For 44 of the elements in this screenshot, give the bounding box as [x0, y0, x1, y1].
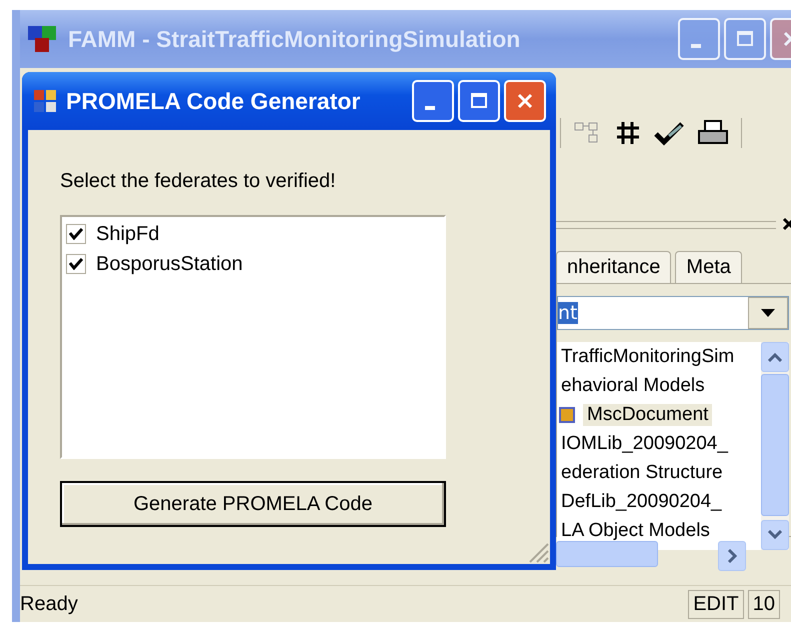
checkbox[interactable]	[66, 224, 86, 244]
checkmark-icon	[69, 228, 83, 240]
panel-grip[interactable]	[556, 221, 776, 229]
tree-item[interactable]: TrafficMonitoringSim	[557, 346, 738, 368]
check-icon[interactable]	[653, 120, 685, 146]
generate-button[interactable]: Generate PROMELA Code	[60, 481, 446, 527]
status-panel: 10	[748, 590, 780, 618]
scroll-right-icon	[727, 549, 737, 563]
maximize-button[interactable]	[458, 80, 500, 122]
federate-label: BosporusStation	[96, 252, 243, 276]
scroll-down-icon	[768, 530, 782, 540]
hash-icon[interactable]	[615, 120, 641, 146]
tree-item[interactable]: LA Object Models	[557, 520, 714, 542]
close-button[interactable]	[504, 80, 546, 122]
status-mode: EDIT	[688, 590, 744, 618]
tab[interactable]: nheritance	[556, 251, 672, 283]
dropdown-arrow-icon	[761, 309, 775, 317]
scroll-up-icon	[768, 352, 782, 362]
tree-item[interactable]: ederation Structure	[557, 462, 727, 484]
dialog-title: PROMELA Code Generator	[66, 88, 362, 114]
dropdown-field[interactable]: nt	[557, 296, 789, 330]
instruction-text: Select the federates to verified!	[60, 170, 337, 193]
minimize-button[interactable]	[412, 80, 454, 122]
tree-item[interactable]: ehavioral Models	[557, 374, 709, 396]
printer-icon[interactable]	[697, 119, 729, 147]
window-title: FAMM - StraitTrafficMonitoringSimulation	[68, 26, 522, 52]
minimize-button[interactable]	[678, 18, 720, 60]
status-text: Ready	[20, 592, 79, 616]
tree-item[interactable]: MscDocument	[583, 404, 712, 426]
maximize-button[interactable]	[724, 18, 766, 60]
checkmark-icon	[69, 258, 83, 270]
app-icon	[32, 88, 58, 114]
document-icon	[557, 404, 577, 424]
minimize-icon	[691, 44, 701, 48]
tree-item[interactable]: DefLib_20090204_	[557, 490, 726, 512]
tree-item[interactable]: IOMLib_20090204_	[557, 432, 732, 454]
checkbox[interactable]	[66, 254, 86, 274]
close-icon	[516, 92, 534, 110]
maximize-icon	[736, 30, 754, 48]
minimize-icon	[425, 106, 435, 110]
federate-label: ShipFd	[96, 222, 160, 246]
maximize-icon	[470, 92, 488, 110]
vertical-scrollbar[interactable]	[761, 342, 789, 550]
tab[interactable]: Meta	[675, 251, 742, 283]
